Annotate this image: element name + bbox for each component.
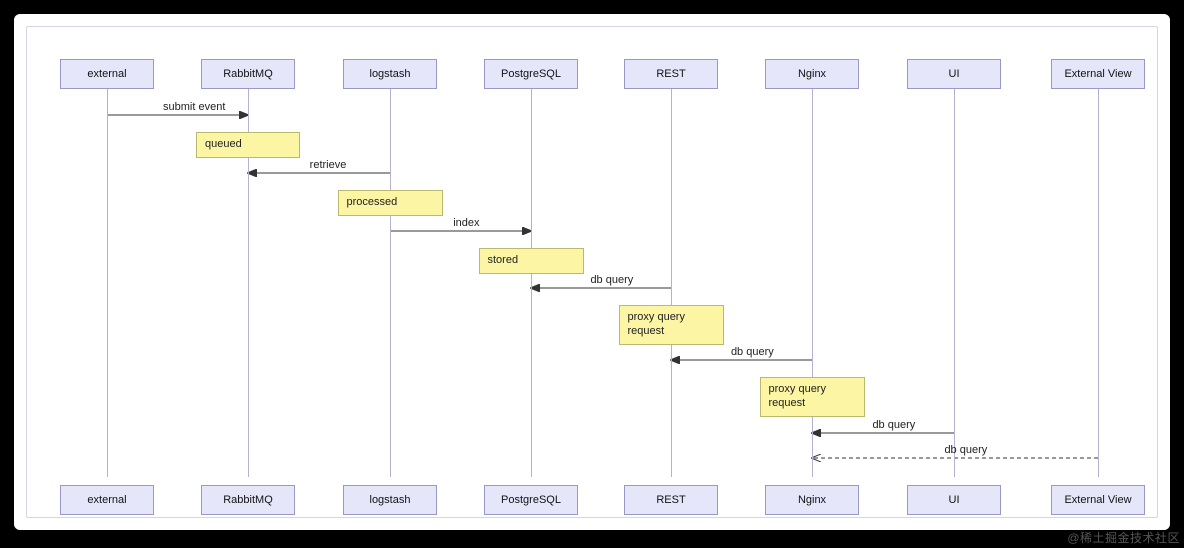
note-text: proxy query (628, 311, 715, 325)
participant-label: REST (656, 494, 685, 506)
note-text: processed (347, 196, 434, 210)
participant-external-bottom: external (60, 485, 154, 515)
diagram-canvas: external external RabbitMQ RabbitMQ logstash… (26, 26, 1158, 518)
participant-rabbitmq-top: RabbitMQ (201, 59, 295, 89)
participant-label: RabbitMQ (223, 494, 273, 506)
note-1: processed (338, 190, 443, 216)
participant-label: external (87, 68, 126, 80)
note-text: queued (205, 138, 291, 152)
message-label-2: index (453, 217, 479, 229)
note-2: stored (479, 248, 584, 274)
message-label-1: retrieve (310, 159, 347, 171)
participant-postgresql-top: PostgreSQL (484, 59, 578, 89)
participant-postgresql-bottom: PostgreSQL (484, 485, 578, 515)
participant-label: REST (656, 68, 685, 80)
participant-logstash-bottom: logstash (343, 485, 437, 515)
participant-label: RabbitMQ (223, 68, 273, 80)
participant-rabbitmq-bottom: RabbitMQ (201, 485, 295, 515)
note-4: proxy queryrequest (760, 377, 865, 417)
note-text: request (769, 397, 856, 411)
participant-ui-top: UI (907, 59, 1001, 89)
lifeline-ui (954, 89, 955, 477)
message-label-4: db query (731, 346, 774, 358)
participant-label: External View (1064, 68, 1131, 80)
participant-rest-bottom: REST (624, 485, 718, 515)
message-label-5: db query (872, 419, 915, 431)
participant-logstash-top: logstash (343, 59, 437, 89)
participant-label: logstash (370, 68, 411, 80)
card-outer: external external RabbitMQ RabbitMQ logstash… (14, 14, 1170, 530)
lifeline-nginx (812, 89, 813, 477)
lifeline-external_view (1098, 89, 1099, 477)
message-label-3: db query (590, 274, 633, 286)
participant-label: External View (1064, 494, 1131, 506)
lifeline-external (107, 89, 108, 477)
participant-label: PostgreSQL (501, 68, 561, 80)
participant-label: Nginx (798, 68, 826, 80)
note-3: proxy queryrequest (619, 305, 724, 345)
participant-label: UI (949, 494, 960, 506)
participant-ui-bottom: UI (907, 485, 1001, 515)
note-text: request (628, 325, 715, 339)
lifeline-logstash (390, 89, 391, 477)
lifeline-postgresql (531, 89, 532, 477)
watermark: @稀土掘金技术社区 (1067, 529, 1180, 546)
participant-external_view-top: External View (1051, 59, 1145, 89)
participant-nginx-top: Nginx (765, 59, 859, 89)
participant-nginx-bottom: Nginx (765, 485, 859, 515)
participant-label: PostgreSQL (501, 494, 561, 506)
participant-rest-top: REST (624, 59, 718, 89)
participant-label: logstash (370, 494, 411, 506)
note-text: proxy query (769, 383, 856, 397)
participant-label: external (87, 494, 126, 506)
message-label-6: db query (944, 444, 987, 456)
note-text: stored (488, 254, 575, 268)
message-label-0: submit event (163, 101, 225, 113)
participant-label: UI (949, 68, 960, 80)
participant-external_view-bottom: External View (1051, 485, 1145, 515)
note-0: queued (196, 132, 300, 158)
participant-label: Nginx (798, 494, 826, 506)
lifeline-rest (671, 89, 672, 477)
participant-external-top: external (60, 59, 154, 89)
